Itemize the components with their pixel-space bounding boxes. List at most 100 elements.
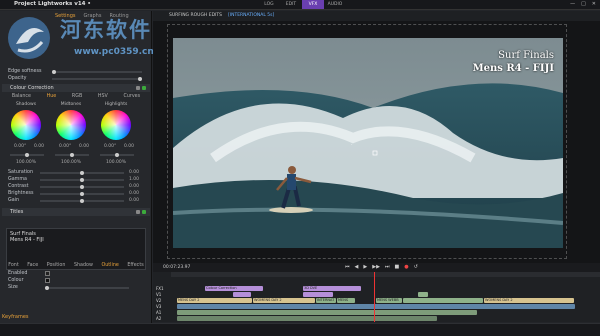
titles-tabs: Font Face Position Shadow Outline Effect… bbox=[4, 263, 148, 268]
tab-audio[interactable]: AUDIO bbox=[324, 0, 346, 9]
midtones-amount: 0.00 bbox=[79, 144, 90, 149]
title-text-line-2: Mens R4 - FIJI bbox=[10, 237, 44, 243]
viewer-header: SURFING ROUGH EDITS [INTERNATIONAL 5s] bbox=[153, 11, 600, 21]
timeline-clip[interactable]: 3D DVE bbox=[303, 286, 361, 291]
highlights-label: Highlights bbox=[104, 102, 128, 107]
timeline-clip[interactable] bbox=[418, 292, 428, 297]
timeline-clip[interactable]: WOMENS DAY 2 bbox=[484, 298, 574, 303]
track-label[interactable]: V2 bbox=[156, 298, 170, 303]
track-label[interactable]: A1 bbox=[156, 310, 170, 315]
tab-edit[interactable]: EDIT bbox=[280, 0, 302, 9]
colour-label: Colour bbox=[8, 278, 24, 283]
video-frame[interactable]: · Surf Finals Mens R4 - FIJI bbox=[173, 38, 563, 248]
track-label[interactable]: V3 bbox=[156, 304, 170, 309]
timeline-clip[interactable]: Colour Correction bbox=[205, 286, 263, 291]
tab-log[interactable]: LOG bbox=[258, 0, 280, 9]
timeline-clip[interactable]: WOMENS DAY 2 bbox=[253, 298, 315, 303]
timeline-clip[interactable]: INTERNAT bbox=[316, 298, 336, 303]
title-overlay-line-2: Mens R4 - FIJI bbox=[472, 63, 554, 74]
gamma-value: 1.00 bbox=[129, 177, 140, 182]
timeline-clip[interactable] bbox=[303, 292, 333, 297]
tab-font[interactable]: Font bbox=[8, 263, 18, 268]
gamma-label: Gamma bbox=[8, 177, 27, 182]
shadows-level-slider[interactable] bbox=[10, 153, 44, 157]
colour-swatch[interactable] bbox=[45, 278, 50, 283]
midtones-label: Midtones bbox=[60, 102, 82, 107]
track-label[interactable]: V1 bbox=[156, 292, 170, 297]
play-reverse-icon[interactable]: ◀ bbox=[355, 264, 359, 270]
colour-correction-header[interactable]: Colour Correction bbox=[2, 84, 150, 92]
timeline-clip[interactable] bbox=[403, 298, 483, 303]
highlights-level-slider[interactable] bbox=[100, 153, 134, 157]
timeline-clip[interactable]: MENS bbox=[337, 298, 355, 303]
reset-icon[interactable] bbox=[136, 210, 140, 214]
outline-size-slider[interactable] bbox=[45, 286, 129, 290]
close-button[interactable]: ✕ bbox=[592, 1, 596, 7]
maximize-button[interactable]: □ bbox=[581, 1, 586, 7]
colour-correction-tabs: Balance Hue RGB HSV Curves bbox=[4, 94, 148, 99]
tab-outline[interactable]: Outline bbox=[101, 263, 118, 268]
enabled-label: Enabled bbox=[8, 271, 28, 276]
highlights-percent: 100.00% bbox=[106, 160, 127, 165]
tab-position[interactable]: Position bbox=[47, 263, 66, 268]
title-bar: Project Lightworks v14 • LOG EDIT VFX AU… bbox=[0, 0, 600, 10]
timeline-clip[interactable]: MENS WEBB bbox=[376, 298, 402, 303]
enable-icon[interactable] bbox=[142, 86, 146, 90]
highlights-colour-wheel[interactable] bbox=[101, 110, 131, 140]
fast-forward-icon[interactable]: ▶▶ bbox=[372, 264, 380, 270]
timeline-ruler[interactable] bbox=[171, 272, 600, 277]
tab-hue[interactable]: Hue bbox=[47, 94, 57, 99]
timeline-clip[interactable] bbox=[177, 310, 477, 315]
titles-header[interactable]: Titles bbox=[2, 208, 150, 216]
shadows-label: Shadows bbox=[15, 102, 37, 107]
midtones-level-slider[interactable] bbox=[55, 153, 89, 157]
tab-curves[interactable]: Curves bbox=[123, 94, 140, 99]
track-label[interactable]: A2 bbox=[156, 316, 170, 321]
saturation-slider[interactable] bbox=[40, 171, 124, 175]
brightness-slider[interactable] bbox=[40, 192, 124, 196]
shadows-colour-wheel[interactable] bbox=[11, 110, 41, 140]
timeline-clip[interactable] bbox=[233, 292, 251, 297]
timeline-clip[interactable] bbox=[177, 304, 575, 309]
record-icon[interactable]: ● bbox=[404, 264, 408, 270]
tab-effects[interactable]: Effects bbox=[127, 263, 143, 268]
midtones-angle: 0.00° bbox=[59, 144, 72, 149]
timeline-clip[interactable] bbox=[177, 316, 437, 321]
keyframes-label[interactable]: Keyframes bbox=[2, 314, 29, 320]
loop-icon[interactable]: ↺ bbox=[414, 264, 418, 270]
track-label[interactable]: FX1 bbox=[156, 286, 170, 291]
tab-balance[interactable]: Balance bbox=[12, 94, 31, 99]
gain-value: 0.00 bbox=[129, 198, 140, 203]
edge-softness-label: Edge softness bbox=[8, 69, 42, 74]
watermark-url: www.pc0359.cn bbox=[74, 47, 154, 57]
minimize-button[interactable]: — bbox=[570, 1, 575, 7]
playhead[interactable] bbox=[374, 272, 375, 322]
sequence-name: SURFING ROUGH EDITS bbox=[169, 13, 222, 18]
stop-icon[interactable]: ■ bbox=[394, 264, 399, 270]
tab-shadow[interactable]: Shadow bbox=[74, 263, 93, 268]
window-controls: — □ ✕ bbox=[570, 1, 596, 7]
status-bar bbox=[0, 323, 600, 336]
tab-face[interactable]: Face bbox=[27, 263, 38, 268]
edge-softness-slider[interactable] bbox=[52, 70, 142, 74]
tab-hsv[interactable]: HSV bbox=[98, 94, 108, 99]
reset-icon[interactable] bbox=[136, 86, 140, 90]
shadows-angle: 0.00° bbox=[14, 144, 27, 149]
gamma-slider[interactable] bbox=[40, 178, 124, 182]
enabled-checkbox[interactable] bbox=[45, 271, 50, 276]
timeline-clip[interactable]: MENS DAY 2 bbox=[177, 298, 252, 303]
go-to-start-icon[interactable]: ⏮ bbox=[345, 264, 350, 270]
go-to-end-icon[interactable]: ⏭ bbox=[385, 264, 390, 270]
opacity-slider[interactable] bbox=[52, 77, 142, 81]
shadows-amount: 0.00 bbox=[34, 144, 45, 149]
gain-slider[interactable] bbox=[40, 199, 124, 203]
contrast-slider[interactable] bbox=[40, 185, 124, 189]
contrast-label: Contrast bbox=[8, 184, 29, 189]
play-icon[interactable]: ▶ bbox=[363, 264, 367, 270]
tab-vfx[interactable]: VFX bbox=[302, 0, 324, 9]
viewer-timecode[interactable]: 00:07:23.97 bbox=[163, 265, 190, 270]
midtones-colour-wheel[interactable] bbox=[56, 110, 86, 140]
highlights-angle: 0.00° bbox=[104, 144, 117, 149]
enable-icon[interactable] bbox=[142, 210, 146, 214]
tab-rgb[interactable]: RGB bbox=[72, 94, 82, 99]
